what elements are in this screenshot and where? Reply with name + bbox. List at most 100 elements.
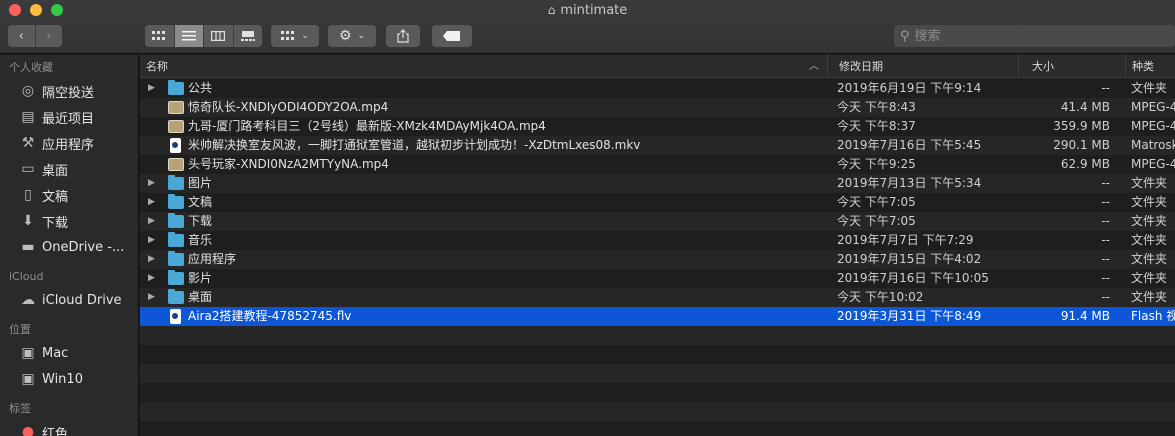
sidebar-item-label: Mac: [42, 345, 69, 361]
file-name: 下载: [188, 214, 213, 228]
file-row[interactable]: 惊奇队长-XNDIyODI4ODY2OA.mp4 今天 下午8:43 41.4 MB…: [140, 98, 1175, 117]
file-row[interactable]: ▶ 公共 2019年6月19日 下午9:14 -- 文件夹: [140, 79, 1175, 98]
folder-icon: [168, 175, 184, 190]
sidebar-item-label: Win10: [42, 371, 83, 387]
sidebar-item-applications[interactable]: ⚒ 应用程序: [0, 130, 138, 156]
media-file-icon: [170, 138, 181, 153]
disk-icon: ▣: [21, 345, 35, 361]
file-date: 2019年7月16日 下午10:05: [837, 271, 989, 285]
file-kind: 文件夹: [1131, 214, 1168, 228]
file-row[interactable]: Aira2搭建教程-47852745.flv 2019年3月31日 下午8:49 9…: [140, 307, 1175, 326]
sidebar-item-label: 红色: [42, 426, 69, 436]
sidebar: 个人收藏 ◎ 隔空投送 ▤ 最近项目 ⚒ 应用程序 ▭ 桌面 ▯ 文稿 ⬇ 下载 ▬ OneD…: [0, 55, 139, 436]
sidebar-item-documents[interactable]: ▯ 文稿: [0, 182, 138, 208]
folder-icon: [168, 80, 184, 95]
window-title-text: mintimate: [560, 3, 628, 18]
icon-view-button[interactable]: [145, 25, 175, 47]
airdrop-icon: ◎: [21, 83, 35, 99]
column-size-header[interactable]: 大小: [1018, 55, 1125, 78]
sidebar-item-label: 桌面: [42, 163, 69, 179]
forward-button[interactable]: ›: [34, 25, 63, 47]
file-date: 2019年3月31日 下午8:49: [837, 309, 982, 323]
file-kind: 文件夹: [1131, 195, 1168, 209]
sidebar-item-onedrive[interactable]: ▬ OneDrive -...: [0, 234, 138, 260]
file-size: --: [1101, 252, 1110, 266]
video-file-icon: [168, 158, 184, 171]
cloud-icon: ☁: [21, 292, 35, 308]
sidebar-item-label: 下载: [42, 215, 69, 231]
file-row[interactable]: 米帅解决换室友风波，一脚打通狱室管道，越狱初步计划成功！-XzDtmLxes08…: [140, 136, 1175, 155]
empty-row: [140, 402, 1175, 421]
back-button[interactable]: ‹: [8, 25, 35, 47]
column-header: 名称 ︿ 修改日期 大小 种类: [140, 55, 1175, 78]
file-row[interactable]: ▶ 下载 今天 下午7:05 -- 文件夹: [140, 212, 1175, 231]
empty-row: [140, 421, 1175, 436]
sidebar-item-tag-red[interactable]: ● 红色: [0, 419, 138, 436]
window-title: ⌂ mintimate: [0, 3, 1175, 18]
sidebar-section-favorites: 个人收藏: [9, 61, 53, 74]
file-kind: MPEG-4: [1131, 100, 1175, 114]
folder-icon: ▬: [21, 239, 35, 255]
file-size: 290.1 MB: [1053, 138, 1110, 152]
media-file-icon: [170, 309, 181, 324]
file-row[interactable]: ▶ 桌面 今天 下午10:02 -- 文件夹: [140, 288, 1175, 307]
red-tag-icon: ●: [21, 424, 35, 436]
navigation-group: ‹ ›: [8, 25, 62, 47]
search-field[interactable]: ⚲: [894, 25, 1175, 47]
file-size: --: [1101, 271, 1110, 285]
disclosure-triangle-icon[interactable]: ▶: [148, 269, 155, 288]
tag-icon: [443, 31, 460, 41]
disclosure-triangle-icon[interactable]: ▶: [148, 79, 155, 98]
sidebar-section-icloud: iCloud: [9, 270, 44, 283]
tag-button[interactable]: [432, 25, 472, 47]
file-row[interactable]: ▶ 应用程序 2019年7月15日 下午4:02 -- 文件夹: [140, 250, 1175, 269]
sort-ascending-icon: ︿: [809, 61, 819, 72]
file-name: 九哥-厦门路考科目三（2号线）最新版-XMzk4MDAyMjk4OA.mp4: [188, 119, 546, 133]
file-row[interactable]: ▶ 音乐 2019年7月7日 下午7:29 -- 文件夹: [140, 231, 1175, 250]
sidebar-item-label: 文稿: [42, 189, 69, 205]
file-row[interactable]: 九哥-厦门路考科目三（2号线）最新版-XMzk4MDAyMjk4OA.mp4 今天…: [140, 117, 1175, 136]
sidebar-item-icloud-drive[interactable]: ☁ iCloud Drive: [0, 287, 138, 313]
search-input[interactable]: [914, 28, 1135, 44]
file-row[interactable]: ▶ 文稿 今天 下午7:05 -- 文件夹: [140, 193, 1175, 212]
disclosure-triangle-icon[interactable]: ▶: [148, 250, 155, 269]
file-date: 今天 下午10:02: [837, 290, 924, 304]
action-button[interactable]: ⚙ ⌄: [328, 25, 376, 47]
sidebar-section-tags: 标签: [9, 402, 31, 415]
sidebar-item-label: 隔空投送: [42, 85, 95, 101]
empty-row: [140, 383, 1175, 402]
sidebar-item-airdrop[interactable]: ◎ 隔空投送: [0, 78, 138, 104]
column-date-header[interactable]: 修改日期: [827, 55, 1018, 78]
file-size: --: [1101, 195, 1110, 209]
file-date: 今天 下午9:25: [837, 157, 916, 171]
home-folder-icon: ⌂: [547, 3, 556, 17]
column-kind-header[interactable]: 种类: [1125, 55, 1175, 78]
file-name: 文稿: [188, 195, 213, 209]
file-kind: MPEG-4: [1131, 119, 1175, 133]
column-view-button[interactable]: [204, 25, 234, 47]
sidebar-item-mac[interactable]: ▣ Mac: [0, 340, 138, 366]
search-icon: ⚲: [900, 28, 910, 44]
file-row[interactable]: ▶ 影片 2019年7月16日 下午10:05 -- 文件夹: [140, 269, 1175, 288]
list-view-button[interactable]: [174, 25, 204, 47]
disclosure-triangle-icon[interactable]: ▶: [148, 231, 155, 250]
sidebar-item-recents[interactable]: ▤ 最近项目: [0, 104, 138, 130]
column-name-header[interactable]: 名称: [140, 55, 827, 78]
disclosure-triangle-icon[interactable]: ▶: [148, 212, 155, 231]
sidebar-item-downloads[interactable]: ⬇ 下载: [0, 208, 138, 234]
sidebar-item-win10[interactable]: ▣ Win10: [0, 366, 138, 392]
file-name: 惊奇队长-XNDIyODI4ODY2OA.mp4: [188, 100, 389, 114]
file-row[interactable]: ▶ 图片 2019年7月13日 下午5:34 -- 文件夹: [140, 174, 1175, 193]
sidebar-item-desktop[interactable]: ▭ 桌面: [0, 156, 138, 182]
file-row[interactable]: 头号玩家-XNDI0NzA2MTYyNA.mp4 今天 下午9:25 62.9 MB…: [140, 155, 1175, 174]
disclosure-triangle-icon[interactable]: ▶: [148, 288, 155, 307]
disclosure-triangle-icon[interactable]: ▶: [148, 193, 155, 212]
share-button[interactable]: [386, 25, 420, 47]
arrange-button[interactable]: ⌄: [271, 25, 319, 47]
gear-icon: ⚙: [338, 28, 352, 44]
icon-view-icon: [152, 31, 166, 40]
file-kind: 文件夹: [1131, 233, 1168, 247]
gallery-view-button[interactable]: [234, 25, 263, 47]
disk-icon: ▣: [21, 371, 35, 387]
disclosure-triangle-icon[interactable]: ▶: [148, 174, 155, 193]
